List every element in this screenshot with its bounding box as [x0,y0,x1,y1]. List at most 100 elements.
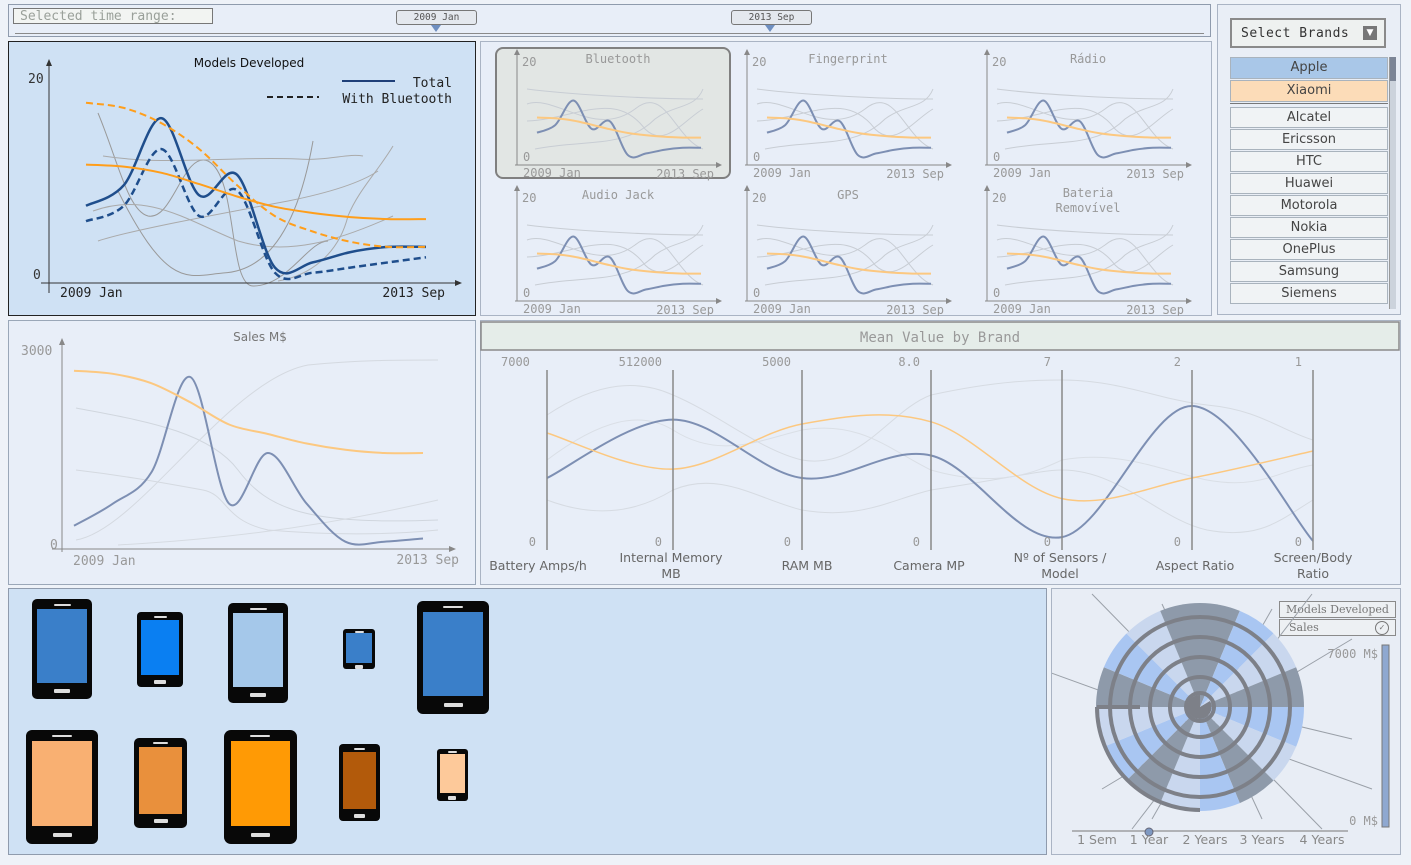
brand-select-dropdown[interactable]: Select Brands ▼ [1230,18,1386,48]
multiple-y-tick-min: 0 [753,150,760,164]
multiple-y-axis-arrow [744,185,750,191]
axis-label-line2: Model [1041,566,1079,581]
models-x-tick-start: 2009 Jan [60,286,123,301]
phone-speaker [443,606,463,608]
phone-screen [423,612,483,696]
apple-phone[interactable] [137,612,183,687]
multiple-x-tick-end: 2013 Sep [1126,167,1184,181]
period-label[interactable]: 2 Years [1183,832,1228,847]
brand-item-htc[interactable]: HTC [1230,151,1388,172]
multiple-x-tick-start: 2009 Jan [993,166,1051,180]
multiple-x-tick-start: 2009 Jan [523,302,581,316]
period-label[interactable]: 3 Years [1240,832,1285,847]
range-end-handle[interactable] [765,25,775,32]
phone-speaker [153,742,168,744]
legend-total-label: Total [413,76,452,91]
apple-phone[interactable] [417,601,489,714]
other-brand-line [756,243,934,273]
multiple-y-tick-max: 20 [522,55,536,69]
apple-phone[interactable] [32,599,92,699]
brand-panel: Select Brands ▼ Apple Xiaomi Alcatel Eri… [1217,4,1401,315]
other-brand-line [756,88,934,100]
apple-phone[interactable] [228,603,288,703]
brand-label: Siemens [1281,286,1337,301]
phone-screen [440,754,465,793]
time-range-label: Selected time range: [13,8,213,24]
brand-item-huawei[interactable]: Huawei [1230,173,1388,194]
axis-label-line2: MB [661,566,680,581]
feature-multiple-3[interactable]: 20 0 2009 Jan 2013 Sep Rádio [984,49,1192,181]
brand-item-oneplus[interactable]: OnePlus [1230,239,1388,260]
multiple-x-tick-start: 2009 Jan [753,166,811,180]
axis-min-label: 0 [1174,535,1181,549]
brand-item-nokia[interactable]: Nokia [1230,217,1388,238]
range-start-handle[interactable] [431,25,441,32]
brand-item-siemens[interactable]: Siemens [1230,283,1388,304]
multiple-x-axis-arrow [716,298,722,304]
feature-multiple-2[interactable]: 20 0 2009 Jan 2013 Sep Fingerprint [744,49,952,181]
phone-speaker [154,616,167,618]
multiple-y-tick-min: 0 [523,150,530,164]
feature-title: Fingerprint [808,52,887,66]
phone-home-button [154,819,168,823]
feature-multiple-4[interactable]: 20 0 2009 Jan 2013 Sep Audio Jack [514,185,722,316]
phone-speaker [250,608,267,610]
axis-min-label: 0 [913,535,920,549]
xiaomi-phone[interactable] [339,744,380,821]
multiple-y-tick-max: 20 [522,191,536,205]
axis-max-label: 512000 [619,355,662,369]
phone-screen [32,741,92,826]
feature-title: Audio Jack [582,188,655,202]
axis-label: Aspect Ratio [1156,558,1235,573]
phone-speaker [250,735,270,737]
scale-min-label: 0 M$ [1349,814,1378,828]
xiaomi-phone[interactable] [437,749,468,801]
multiple-y-axis-arrow [984,49,990,55]
brand-item-apple[interactable]: Apple [1230,57,1388,79]
brand-item-motorola[interactable]: Motorola [1230,195,1388,216]
sales-scale-bar[interactable] [1381,644,1390,828]
phone-home-button [53,833,72,837]
xiaomi-phone[interactable] [26,730,98,844]
feature-title: GPS [837,188,859,202]
xiaomi-phone[interactable] [224,730,297,844]
phone-screen [139,747,182,814]
axis-min-label: 0 [1044,535,1051,549]
brand-item-ericsson[interactable]: Ericsson [1230,129,1388,150]
axis-label: Battery Amps/h [489,558,587,573]
brand-item-alcatel[interactable]: Alcatel [1230,107,1388,128]
phone-home-button [250,693,266,697]
multiple-y-tick-min: 0 [993,286,1000,300]
scrollbar-thumb[interactable] [1390,57,1396,81]
multiple-y-tick-max: 20 [752,55,766,69]
legend-bluetooth-label: With Bluetooth [342,92,452,107]
axis-label: RAM MB [782,558,833,573]
xiaomi-feature-line [1006,252,1172,275]
chevron-down-icon[interactable]: ▼ [1363,26,1377,40]
multiple-y-axis-arrow [744,49,750,55]
axis-max-label: 7 [1044,355,1051,369]
phone-screen [37,609,87,683]
brand-list-scrollbar[interactable] [1389,57,1396,309]
multiple-y-tick-min: 0 [993,150,1000,164]
axis-label: Nº of Sensors / [1014,550,1108,565]
feature-multiple-1[interactable]: 20 0 2009 Jan 2013 Sep Bluetooth [495,47,731,181]
brand-item-xiaomi[interactable]: Xiaomi [1230,80,1388,102]
models-developed-chart: 20 0 2009 Jan 2013 Sep Models Developed … [8,41,476,316]
multiple-x-axis-arrow [1186,162,1192,168]
feature-title: Bluetooth [585,52,650,66]
time-range-bar: Selected time range: 2009 Jan 2013 Sep [8,4,1211,37]
period-label[interactable]: 4 Years [1300,832,1345,847]
other-brand-line [526,224,704,236]
phone-screen [233,613,283,687]
period-label[interactable]: 1 Year [1130,832,1169,847]
xiaomi-phone[interactable] [134,738,187,828]
feature-multiple-5[interactable]: 20 0 2009 Jan 2013 Sep GPS [744,185,952,316]
axis-max-label: 8.0 [898,355,920,369]
feature-multiples: 2002009 Jan 2013 SepBluetooth 2002009 Jan 2… [495,47,1192,316]
axis-label-line2: Ratio [1297,566,1329,581]
apple-phone[interactable] [343,629,375,669]
brand-item-samsung[interactable]: Samsung [1230,261,1388,282]
feature-multiple-6[interactable]: 20 0 2009 Jan 2013 Sep BateriaRemovível [984,185,1192,316]
period-label[interactable]: 1 Sem [1077,832,1117,847]
